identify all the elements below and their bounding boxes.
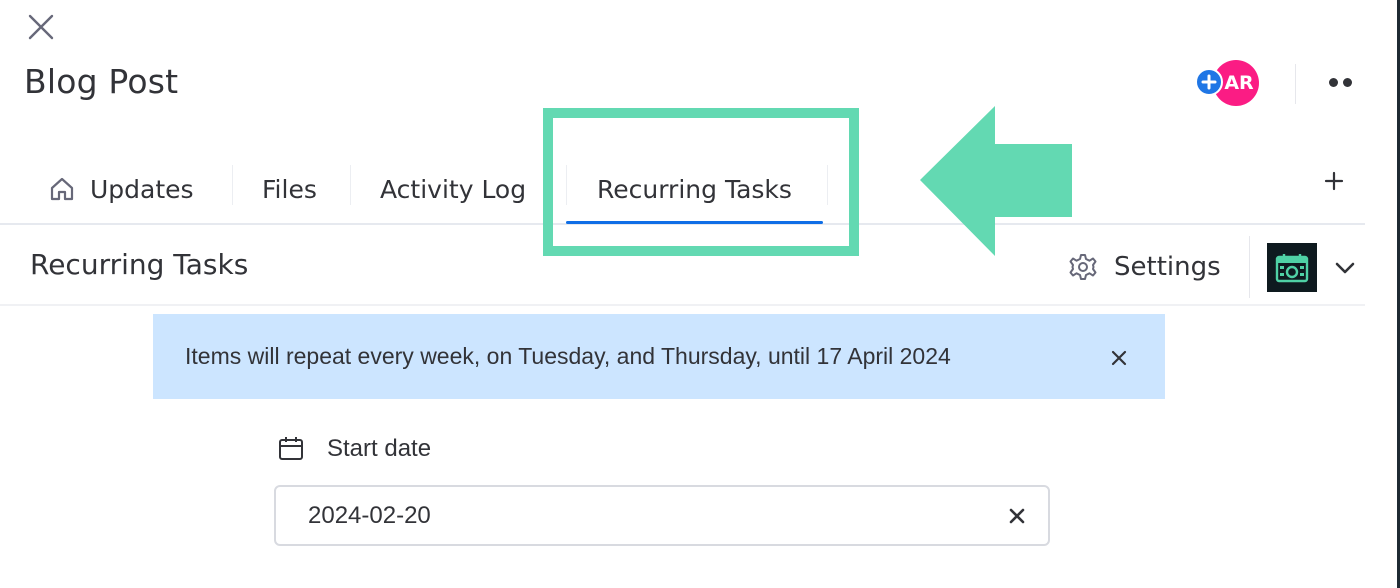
calendar-app-icon	[1275, 253, 1309, 282]
start-date-label-text: Start date	[327, 435, 432, 462]
recurrence-summary-banner: Items will repeat every week, on Tuesday…	[153, 314, 1165, 399]
plus-icon	[1201, 74, 1217, 90]
tab-files[interactable]: Files	[262, 161, 317, 217]
start-date-input[interactable]: 2024-02-20	[274, 485, 1050, 546]
gear-icon	[1069, 254, 1097, 280]
close-icon	[1111, 350, 1127, 366]
add-tab-button[interactable]	[1320, 167, 1348, 195]
more-horizontal-icon-dot	[1342, 77, 1352, 87]
page-title: Blog Post	[24, 62, 179, 101]
tab-bar: Updates Files Activity Log Recurring Tas…	[0, 155, 1365, 225]
tab-divider	[827, 165, 828, 205]
more-options-button[interactable]	[1322, 70, 1358, 94]
avatar-initials: AR	[1224, 72, 1254, 94]
chevron-down-icon	[1335, 262, 1355, 274]
banner-text: Items will repeat every week, on Tuesday…	[185, 343, 951, 369]
close-icon	[1009, 508, 1025, 524]
divider	[1249, 236, 1250, 298]
tab-activity-log[interactable]: Activity Log	[380, 161, 526, 217]
tab-label: Activity Log	[380, 174, 527, 204]
divider	[1295, 64, 1296, 104]
tab-updates[interactable]: Updates	[48, 161, 194, 217]
subscribers[interactable]: AR	[1195, 60, 1265, 106]
tab-divider	[232, 165, 233, 205]
app-button[interactable]	[1267, 243, 1317, 292]
section-title: Recurring Tasks	[30, 248, 249, 281]
banner-close-button[interactable]	[1105, 344, 1133, 372]
settings-label: Settings	[1114, 252, 1221, 282]
clear-date-button[interactable]	[1004, 503, 1030, 529]
more-horizontal-icon	[1328, 77, 1338, 87]
close-button[interactable]	[22, 8, 60, 46]
section-header: Recurring Tasks Settings	[0, 230, 1365, 306]
add-subscriber-button[interactable]	[1195, 68, 1223, 96]
calendar-icon	[279, 437, 303, 460]
start-date-label: Start date	[277, 432, 431, 466]
close-icon	[28, 14, 54, 40]
app-dropdown-button[interactable]	[1330, 254, 1360, 282]
tab-divider	[566, 165, 567, 205]
start-date-value: 2024-02-20	[308, 501, 431, 529]
tab-recurring-tasks[interactable]: Recurring Tasks	[566, 161, 823, 224]
plus-icon	[1324, 171, 1344, 191]
settings-button[interactable]: Settings	[1068, 246, 1221, 288]
tab-label: Updates	[90, 174, 194, 204]
home-icon	[48, 175, 76, 203]
tab-divider	[350, 165, 351, 205]
tab-label: Files	[262, 174, 317, 204]
tab-label: Recurring Tasks	[597, 174, 792, 204]
